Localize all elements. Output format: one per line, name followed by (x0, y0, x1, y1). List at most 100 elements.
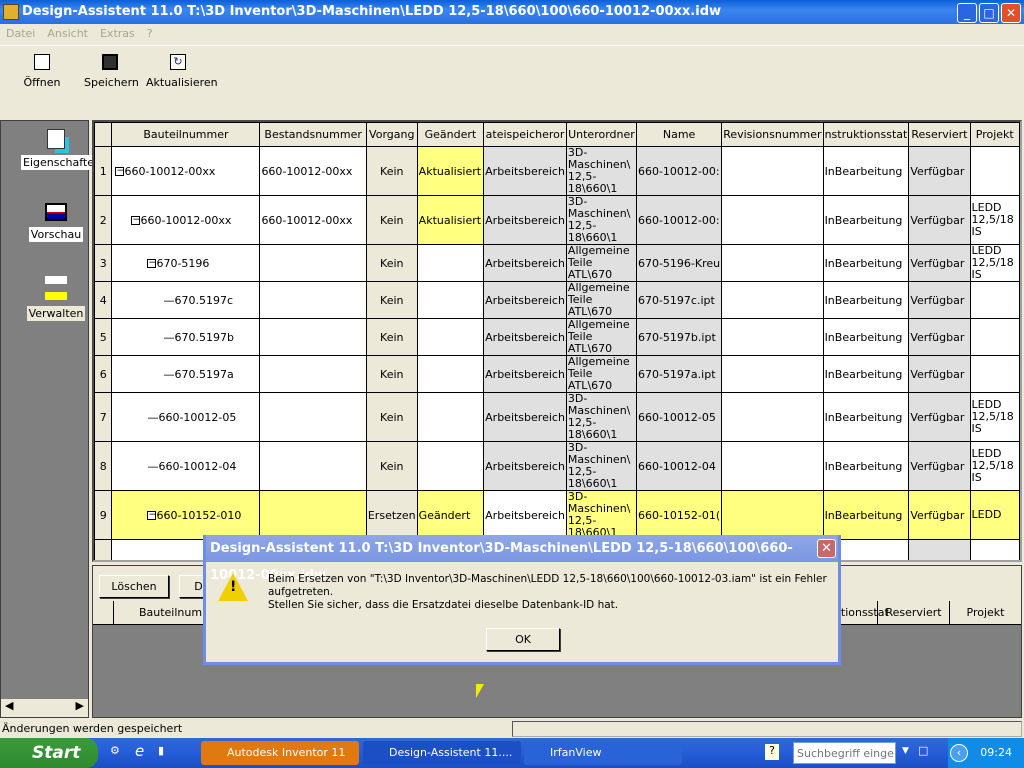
quicklaunch-icon[interactable]: ⚙ (110, 744, 120, 757)
cell-res[interactable]: Verfügbar (908, 441, 971, 491)
cell-sub[interactable]: Allgemeine Teile ATL\670 (565, 318, 637, 356)
cell-part[interactable]: −660-10152-010 (111, 490, 261, 540)
cell-chg[interactable] (416, 355, 485, 393)
cell-op[interactable]: Kein (365, 146, 418, 196)
delete-button[interactable]: Löschen (99, 575, 169, 598)
cell-stock[interactable] (259, 244, 367, 282)
save-button[interactable]: Speichern (84, 52, 139, 89)
cell-rev[interactable] (721, 244, 824, 282)
cell-op[interactable]: Kein (365, 318, 418, 356)
cell-proj[interactable] (969, 355, 1020, 393)
cell-stock[interactable] (259, 490, 367, 540)
column-header[interactable]: Vorgang (365, 122, 418, 147)
cell-op[interactable]: Kein (365, 355, 418, 393)
menu-help[interactable]: ? (147, 27, 153, 40)
cell-loc[interactable]: Arbeitsbereich (483, 195, 567, 245)
column-header[interactable]: Bauteilnummer (111, 122, 261, 147)
menu-ansicht[interactable]: Ansicht (47, 27, 88, 40)
table-row[interactable]: 2 −660-10012-00xx 660-10012-00xx Kein Aktual… (94, 195, 1020, 245)
cell-status[interactable]: InBearbeitung (822, 490, 910, 540)
horizontal-scrollbar[interactable]: ◀ ▶ (1, 699, 88, 717)
sidebar-item-properties[interactable]: Eigenschaften (21, 129, 103, 170)
table-row[interactable]: 3 −670-5196 Kein Arbeitsbereich Allgemeine T… (94, 244, 1020, 282)
cell-chg[interactable] (416, 244, 485, 282)
cell-stock[interactable] (259, 392, 367, 442)
cell-n[interactable]: 4 (94, 281, 113, 319)
cell-loc[interactable]: Arbeitsbereich (483, 392, 567, 442)
menu-extras[interactable]: Extras (100, 27, 135, 40)
cell-n[interactable]: 5 (94, 318, 113, 356)
table-row[interactable]: 4 —670.5197c Kein Arbeitsbereich Allgemeine … (94, 281, 1020, 319)
cell-n[interactable]: 6 (94, 355, 113, 393)
cell-chg[interactable]: Aktualisiert (416, 146, 485, 196)
cell-stock[interactable] (259, 281, 367, 319)
menu-datei[interactable]: Datei (6, 27, 35, 40)
cell-loc[interactable]: Arbeitsbereich (483, 244, 567, 282)
internet-explorer-icon[interactable]: e (135, 742, 144, 760)
cell-n[interactable]: 1 (94, 146, 113, 196)
cell-res[interactable]: Verfügbar (908, 146, 971, 196)
minimize-button[interactable]: _ (957, 3, 977, 23)
cell-rev[interactable] (721, 281, 824, 319)
cell-n[interactable]: 7 (94, 392, 113, 442)
col-project[interactable]: Projekt (949, 601, 1021, 625)
cell-name[interactable]: 660-10012-00: (635, 195, 723, 245)
maximize-button[interactable]: □ (979, 3, 999, 23)
column-header[interactable]: nstruktionsstat (822, 122, 910, 147)
cell-rev[interactable] (721, 195, 824, 245)
cell-status[interactable]: InBearbeitung (822, 318, 910, 356)
cell-name[interactable]: 670-5197c.ipt (635, 281, 723, 319)
cell-rev[interactable] (721, 318, 824, 356)
start-button[interactable]: Start (0, 738, 98, 768)
cell-status[interactable]: InBearbeitung (822, 392, 910, 442)
cell-status[interactable]: InBearbeitung (822, 355, 910, 393)
cell-status[interactable]: InBearbeitung (822, 441, 910, 491)
cell-loc[interactable]: Arbeitsbereich (483, 318, 567, 356)
cell-chg[interactable] (416, 318, 485, 356)
cell-sub[interactable]: Allgemeine Teile ATL\670 (565, 281, 637, 319)
cell-res[interactable]: Verfügbar (908, 539, 971, 560)
scroll-right-icon[interactable]: ▶ (76, 699, 84, 712)
cell-res[interactable]: Verfügbar (908, 355, 971, 393)
column-header[interactable]: Unterordner (565, 122, 637, 147)
sidebar-item-preview[interactable]: Vorschau (21, 203, 91, 242)
cell-proj[interactable]: LEDD (969, 490, 1020, 540)
cell-sub[interactable]: 3D-Maschinen\ 12,5-18\660\1 (565, 146, 637, 196)
table-row[interactable]: 9 −660-10152-010 Ersetzen Geändert Arbeitsbe… (94, 490, 1020, 540)
cell-rev[interactable] (721, 441, 824, 491)
cell-rev[interactable] (721, 490, 824, 540)
cell-part[interactable]: −660-10012-00xx (111, 146, 261, 196)
cell-name[interactable]: 660-10012-04 (635, 441, 723, 491)
table-row[interactable]: 1 −660-10012-00xx 660-10012-00xx Kein Aktual… (94, 146, 1020, 196)
cell-res[interactable]: Verfügbar (908, 318, 971, 356)
cell-proj[interactable]: LEDD 12,5/18 IS (969, 392, 1020, 442)
task-design-assistent[interactable]: Design-Assistent 11.... (363, 741, 521, 765)
cell-loc[interactable]: Arbeitsbereich (483, 355, 567, 393)
scroll-left-icon[interactable]: ◀ (5, 699, 13, 712)
cell-proj[interactable] (969, 281, 1020, 319)
cell-proj[interactable] (969, 318, 1020, 356)
cell-op[interactable]: Kein (365, 281, 418, 319)
cell-stock[interactable] (259, 355, 367, 393)
cell-rev[interactable] (721, 392, 824, 442)
cell-proj[interactable] (969, 539, 1020, 560)
cell-stock[interactable]: 660-10012-00xx (259, 195, 367, 245)
table-row[interactable]: 5 —670.5197b Kein Arbeitsbereich Allgemeine … (94, 318, 1020, 356)
task-irfanview[interactable]: IrfanView (524, 741, 682, 765)
cell-rev[interactable] (721, 146, 824, 196)
cell-sub[interactable]: 3D-Maschinen\ 12,5-18\660\1 (565, 490, 637, 540)
cell-name[interactable]: 670-5196-Kreu (635, 244, 723, 282)
cell-name[interactable]: 660-10152-01( (635, 490, 723, 540)
cell-proj[interactable]: LEDD 12,5/18 IS (969, 195, 1020, 245)
cell-res[interactable]: Verfügbar (908, 244, 971, 282)
column-header[interactable]: Bestandsnummer (259, 122, 367, 147)
cell-chg[interactable]: Aktualisiert (416, 195, 485, 245)
desktop-icon[interactable]: ▮ (158, 744, 164, 757)
cell-status[interactable]: InBearbeitung (822, 281, 910, 319)
cell-status[interactable]: InBearbeitung (822, 244, 910, 282)
search-input[interactable] (793, 742, 896, 764)
cell-op[interactable]: Kein (365, 195, 418, 245)
cell-sub[interactable]: Allgemeine Teile ATL\670 (565, 355, 637, 393)
cell-stock[interactable] (259, 441, 367, 491)
cell-res[interactable]: Verfügbar (908, 490, 971, 540)
